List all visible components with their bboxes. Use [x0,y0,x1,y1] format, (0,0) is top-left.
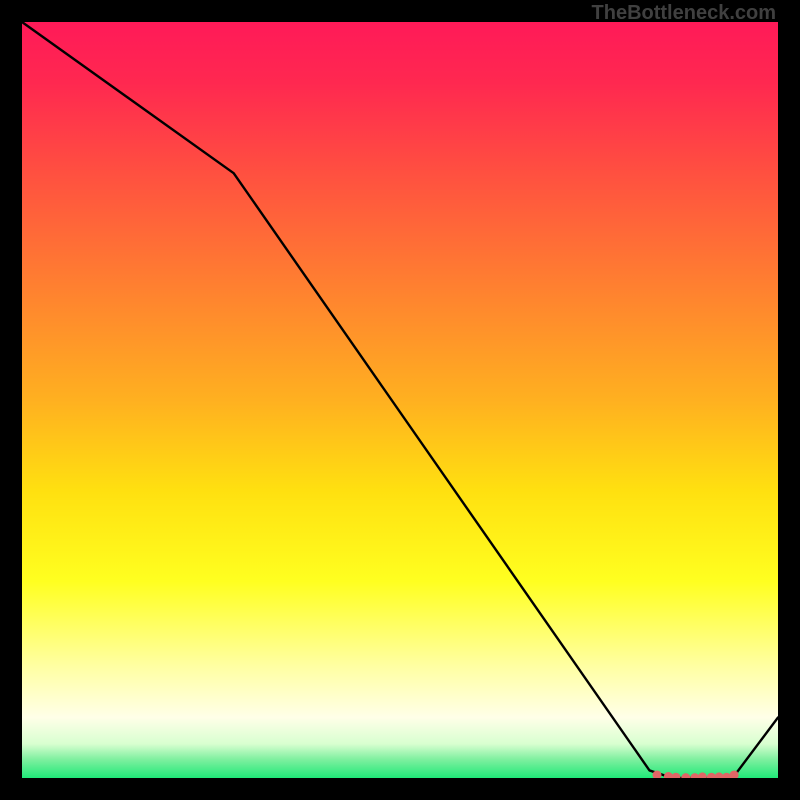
gradient-background [22,22,778,778]
chart-svg [22,22,778,778]
plot-area [22,22,778,778]
chart-stage: TheBottleneck.com [0,0,800,800]
